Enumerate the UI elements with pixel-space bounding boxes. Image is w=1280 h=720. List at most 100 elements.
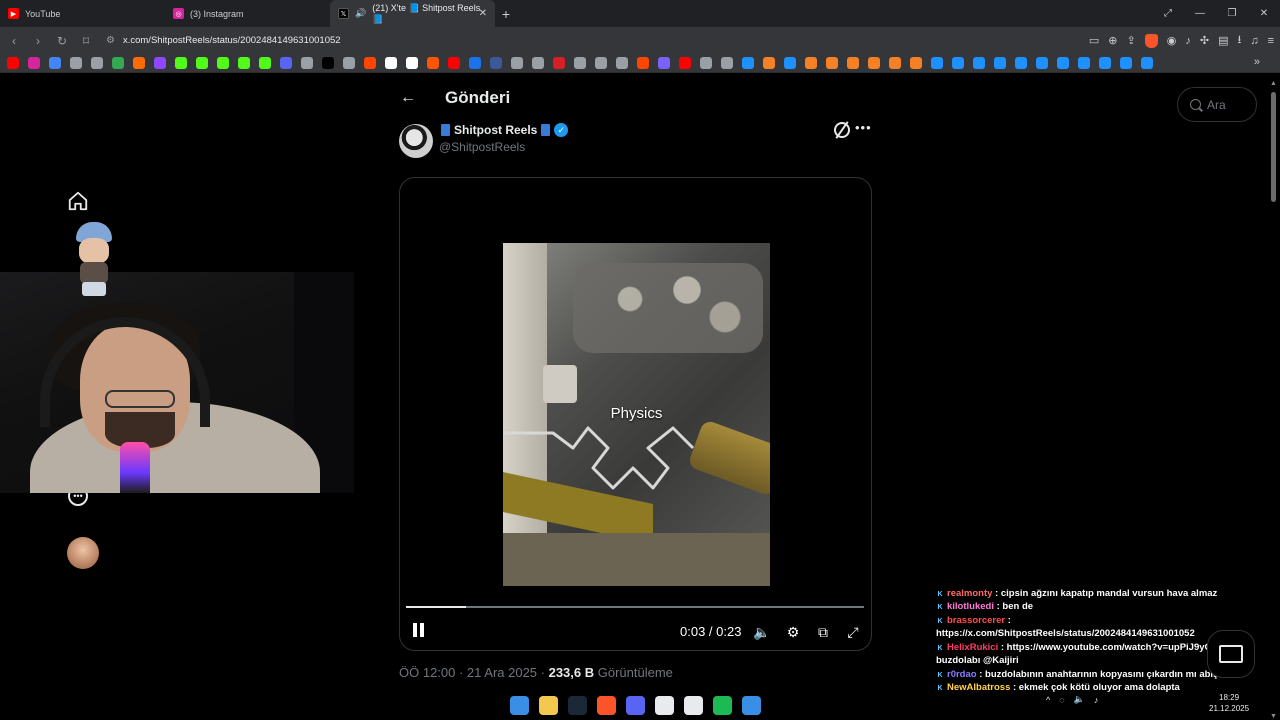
video-player[interactable]: Physics 0:03 / 0:23 🔈 ⚙ ⧉ ⤢ <box>399 177 872 651</box>
bookmark-favicon-icon[interactable] <box>49 57 61 69</box>
bookmark-favicon-icon[interactable] <box>259 57 271 69</box>
bookmark-favicon-icon[interactable] <box>931 57 943 69</box>
taskbar-app-icon[interactable] <box>510 695 529 715</box>
bookmark-favicon-icon[interactable] <box>763 57 775 69</box>
post-more-icon[interactable]: ••• <box>855 120 872 135</box>
bookmark-favicon-icon[interactable] <box>1141 57 1153 69</box>
scroll-up-icon[interactable]: ▲ <box>1270 80 1277 87</box>
minimize-icon[interactable]: — <box>1184 8 1216 19</box>
bookmark-favicon-icon[interactable] <box>490 57 502 69</box>
bookmark-favicon-icon[interactable] <box>364 57 376 69</box>
bookmark-favicon-icon[interactable] <box>1120 57 1132 69</box>
bookmark-favicon-icon[interactable] <box>742 57 754 69</box>
bookmark-favicon-icon[interactable] <box>112 57 124 69</box>
bookmark-favicon-icon[interactable] <box>175 57 187 69</box>
bookmark-favicon-icon[interactable] <box>91 57 103 69</box>
bookmark-favicon-icon[interactable] <box>784 57 796 69</box>
taskbar-app-icon[interactable] <box>539 695 558 715</box>
bookmark-favicon-icon[interactable] <box>154 57 166 69</box>
taskbar-app-icon[interactable] <box>742 695 761 715</box>
home-icon[interactable] <box>67 190 89 212</box>
share-icon[interactable]: ⇪ <box>1127 34 1136 47</box>
restore-icon[interactable]: ❐ <box>1216 8 1248 19</box>
bookmark-favicon-icon[interactable] <box>952 57 964 69</box>
forward-icon[interactable]: › <box>28 34 48 48</box>
mic-tray-icon[interactable]: ♪ <box>1094 695 1099 705</box>
profile-avatar[interactable] <box>67 537 99 569</box>
scrollbar-thumb[interactable] <box>1271 92 1276 202</box>
back-icon[interactable]: ‹ <box>4 34 24 48</box>
network-icon[interactable]: ◌ <box>1059 695 1064 705</box>
taskbar-app-icon[interactable] <box>626 695 645 715</box>
extensions-icon[interactable]: ⤢ <box>1152 8 1184 19</box>
taskbar-app-icon[interactable] <box>713 695 732 715</box>
menu-icon[interactable]: ≡ <box>1268 35 1274 47</box>
post-timestamp[interactable]: ÖÖ 12:00 · 21 Ara 2025 · <box>399 665 549 680</box>
bookmark-favicon-icon[interactable] <box>1057 57 1069 69</box>
bookmark-favicon-icon[interactable] <box>679 57 691 69</box>
bookmark-favicon-icon[interactable] <box>280 57 292 69</box>
audio-icon[interactable]: ♪ <box>1185 35 1191 47</box>
bookmark-favicon-icon[interactable] <box>511 57 523 69</box>
speaker-tray-icon[interactable]: 🔈 <box>1074 694 1085 705</box>
brave-shield-icon[interactable] <box>1144 33 1158 48</box>
taskbar-app-icon[interactable] <box>684 695 703 715</box>
bookmark-favicon-icon[interactable] <box>1015 57 1027 69</box>
bookmark-favicon-icon[interactable] <box>637 57 649 69</box>
volume-icon[interactable]: 🔈 <box>753 623 771 641</box>
back-arrow-icon[interactable]: ← <box>400 89 416 107</box>
author-name[interactable]: Shitpost Reels ✓ <box>441 123 569 137</box>
bookmark-favicon-icon[interactable] <box>343 57 355 69</box>
bookmark-icon[interactable]: ⌑ <box>76 34 96 48</box>
bookmark-favicon-icon[interactable] <box>574 57 586 69</box>
grok-icon[interactable] <box>834 122 850 138</box>
bookmark-favicon-icon[interactable] <box>847 57 859 69</box>
bookmark-favicon-icon[interactable] <box>301 57 313 69</box>
extension-icon[interactable]: ◉ <box>1167 34 1177 47</box>
reload-icon[interactable]: ↻ <box>52 34 72 48</box>
pause-icon[interactable] <box>412 623 426 639</box>
bookmark-favicon-icon[interactable] <box>133 57 145 69</box>
sidebar-icon[interactable]: ▤ <box>1218 34 1228 47</box>
zoom-icon[interactable]: ⊕ <box>1108 34 1117 47</box>
bookmark-favicon-icon[interactable] <box>910 57 922 69</box>
bookmark-favicon-icon[interactable] <box>1078 57 1090 69</box>
bookmark-favicon-icon[interactable] <box>385 57 397 69</box>
bookmark-favicon-icon[interactable] <box>70 57 82 69</box>
close-window-icon[interactable]: ✕ <box>1248 8 1280 19</box>
tab-instagram[interactable]: ◎ (3) Instagram <box>165 0 330 27</box>
bookmark-favicon-icon[interactable] <box>322 57 334 69</box>
bookmark-favicon-icon[interactable] <box>1036 57 1048 69</box>
bookmark-favicon-icon[interactable] <box>721 57 733 69</box>
bookmark-favicon-icon[interactable] <box>7 57 19 69</box>
pip-icon[interactable]: ⧉ <box>814 623 832 641</box>
settings-icon[interactable]: ⚙ <box>784 623 802 641</box>
page-scrollbar[interactable]: ▲ ▼ <box>1268 80 1278 720</box>
bookmark-favicon-icon[interactable] <box>406 57 418 69</box>
bookmark-favicon-icon[interactable] <box>469 57 481 69</box>
tray-chevron-icon[interactable]: ^ <box>1046 695 1050 705</box>
video-frame[interactable]: Physics <box>503 243 770 586</box>
taskbar-clock[interactable]: 18:29 21.12.2025 <box>1209 693 1249 715</box>
taskbar-app-icon[interactable] <box>655 695 674 715</box>
taskbar-app-icon[interactable] <box>568 695 587 715</box>
messages-button[interactable] <box>1207 630 1255 678</box>
download-icon[interactable]: ⭳ <box>1237 31 1241 50</box>
author-avatar[interactable] <box>399 124 433 158</box>
bookmark-favicon-icon[interactable] <box>868 57 880 69</box>
bookmark-favicon-icon[interactable] <box>1099 57 1111 69</box>
tab-youtube[interactable]: ▶ YouTube <box>0 0 165 27</box>
bookmark-favicon-icon[interactable] <box>826 57 838 69</box>
close-tab-icon[interactable]: ✕ <box>479 8 487 19</box>
bookmark-favicon-icon[interactable] <box>700 57 712 69</box>
site-settings-icon[interactable]: ⚙ <box>106 35 115 46</box>
author-handle[interactable]: @ShitpostReels <box>439 140 525 154</box>
fullscreen-icon[interactable]: ⤢ <box>844 623 862 641</box>
bookmark-favicon-icon[interactable] <box>448 57 460 69</box>
bookmark-favicon-icon[interactable] <box>994 57 1006 69</box>
bookmark-favicon-icon[interactable] <box>805 57 817 69</box>
bookmark-favicon-icon[interactable] <box>553 57 565 69</box>
bookmark-favicon-icon[interactable] <box>532 57 544 69</box>
tab-x-post[interactable]: 𝕏 🔊 (21) X'te 📘 Shitpost Reels 📘 ✕ <box>330 0 495 27</box>
bookmark-favicon-icon[interactable] <box>595 57 607 69</box>
